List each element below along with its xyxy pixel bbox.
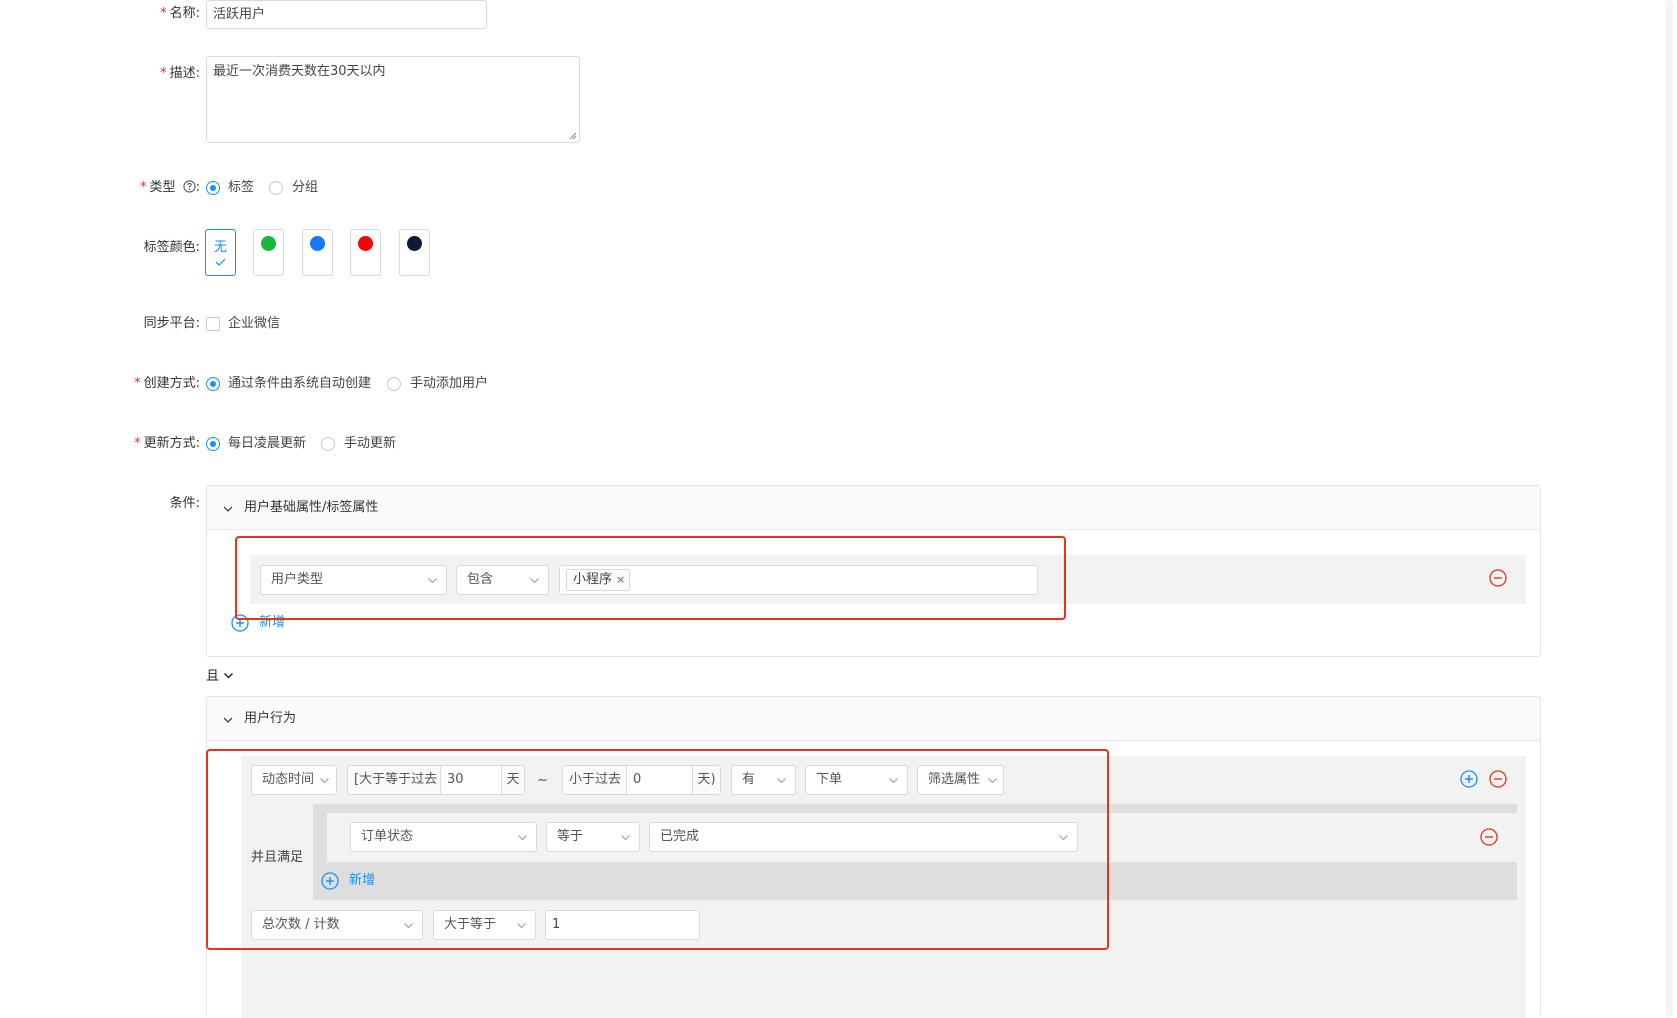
color-dot-green <box>261 236 276 251</box>
logic-operator-value: 且 <box>206 669 220 684</box>
checkmark-icon <box>215 258 226 266</box>
basic-attributes-panel-header[interactable]: 用户基础属性/标签属性 <box>207 486 1540 530</box>
color-none-text: 无 <box>213 240 227 255</box>
update-mode-radio-daily[interactable] <box>206 437 220 451</box>
wecom-checkbox[interactable] <box>206 317 220 331</box>
update-mode-label: * 更新方式: <box>134 436 200 451</box>
conditions-label: 条件: <box>169 496 200 511</box>
resize-handle-icon[interactable] <box>568 131 577 140</box>
highlight-box-basic-condition <box>235 536 1066 620</box>
type-label: * 类型 : <box>139 180 200 195</box>
name-label: * 名称: <box>160 6 200 21</box>
color-swatch-red[interactable] <box>350 229 381 276</box>
plus-circle-icon[interactable] <box>1460 770 1478 788</box>
chevron-down-icon <box>224 673 234 679</box>
create-mode-radio-auto[interactable] <box>206 377 220 391</box>
color-swatch-black[interactable] <box>399 229 430 276</box>
type-radio-group[interactable] <box>269 181 283 195</box>
chevron-down-icon[interactable] <box>222 714 234 726</box>
description-label: * 描述: <box>160 66 200 81</box>
update-mode-option-manual: 手动更新 <box>344 436 397 451</box>
description-textarea[interactable]: 最近一次消费天数在30天以内 <box>206 56 580 143</box>
color-swatch-none[interactable]: 无 <box>205 229 236 276</box>
type-option-tag: 标签 <box>228 180 255 195</box>
page-scrollbar[interactable] <box>1660 0 1677 1017</box>
question-circle-icon[interactable] <box>183 180 196 193</box>
minus-circle-icon[interactable] <box>1480 828 1498 846</box>
tag-color-label: 标签颜色: <box>143 240 200 255</box>
color-dot-red <box>358 236 373 251</box>
description-text: 最近一次消费天数在30天以内 <box>213 64 386 79</box>
page-scrollbar-thumb[interactable] <box>1665 0 1673 1017</box>
create-mode-option-manual: 手动添加用户 <box>410 376 489 391</box>
name-input[interactable]: 活跃用户 <box>206 0 487 29</box>
highlight-box-behavior-condition <box>206 749 1109 950</box>
type-radio-tag[interactable] <box>206 181 220 195</box>
wecom-option: 企业微信 <box>228 316 281 331</box>
logic-operator-select[interactable]: 且 <box>206 667 234 687</box>
sync-platform-label: 同步平台: <box>143 316 200 331</box>
minus-circle-icon[interactable] <box>1489 770 1507 788</box>
behavior-panel-header[interactable]: 用户行为 <box>207 697 1540 741</box>
create-mode-radio-manual[interactable] <box>387 377 401 391</box>
chevron-down-icon[interactable] <box>222 503 234 515</box>
color-swatch-green[interactable] <box>253 229 284 276</box>
basic-attributes-panel-title: 用户基础属性/标签属性 <box>244 500 379 515</box>
create-mode-option-auto: 通过条件由系统自动创建 <box>228 376 372 391</box>
color-swatch-blue[interactable] <box>302 229 333 276</box>
behavior-panel-title: 用户行为 <box>244 711 297 726</box>
color-dot-black <box>407 236 422 251</box>
update-mode-option-daily: 每日凌晨更新 <box>228 436 307 451</box>
minus-circle-icon[interactable] <box>1489 569 1507 587</box>
type-option-group: 分组 <box>292 180 319 195</box>
create-mode-label: * 创建方式: <box>134 376 200 391</box>
color-dot-blue <box>310 236 325 251</box>
update-mode-radio-manual[interactable] <box>321 437 335 451</box>
